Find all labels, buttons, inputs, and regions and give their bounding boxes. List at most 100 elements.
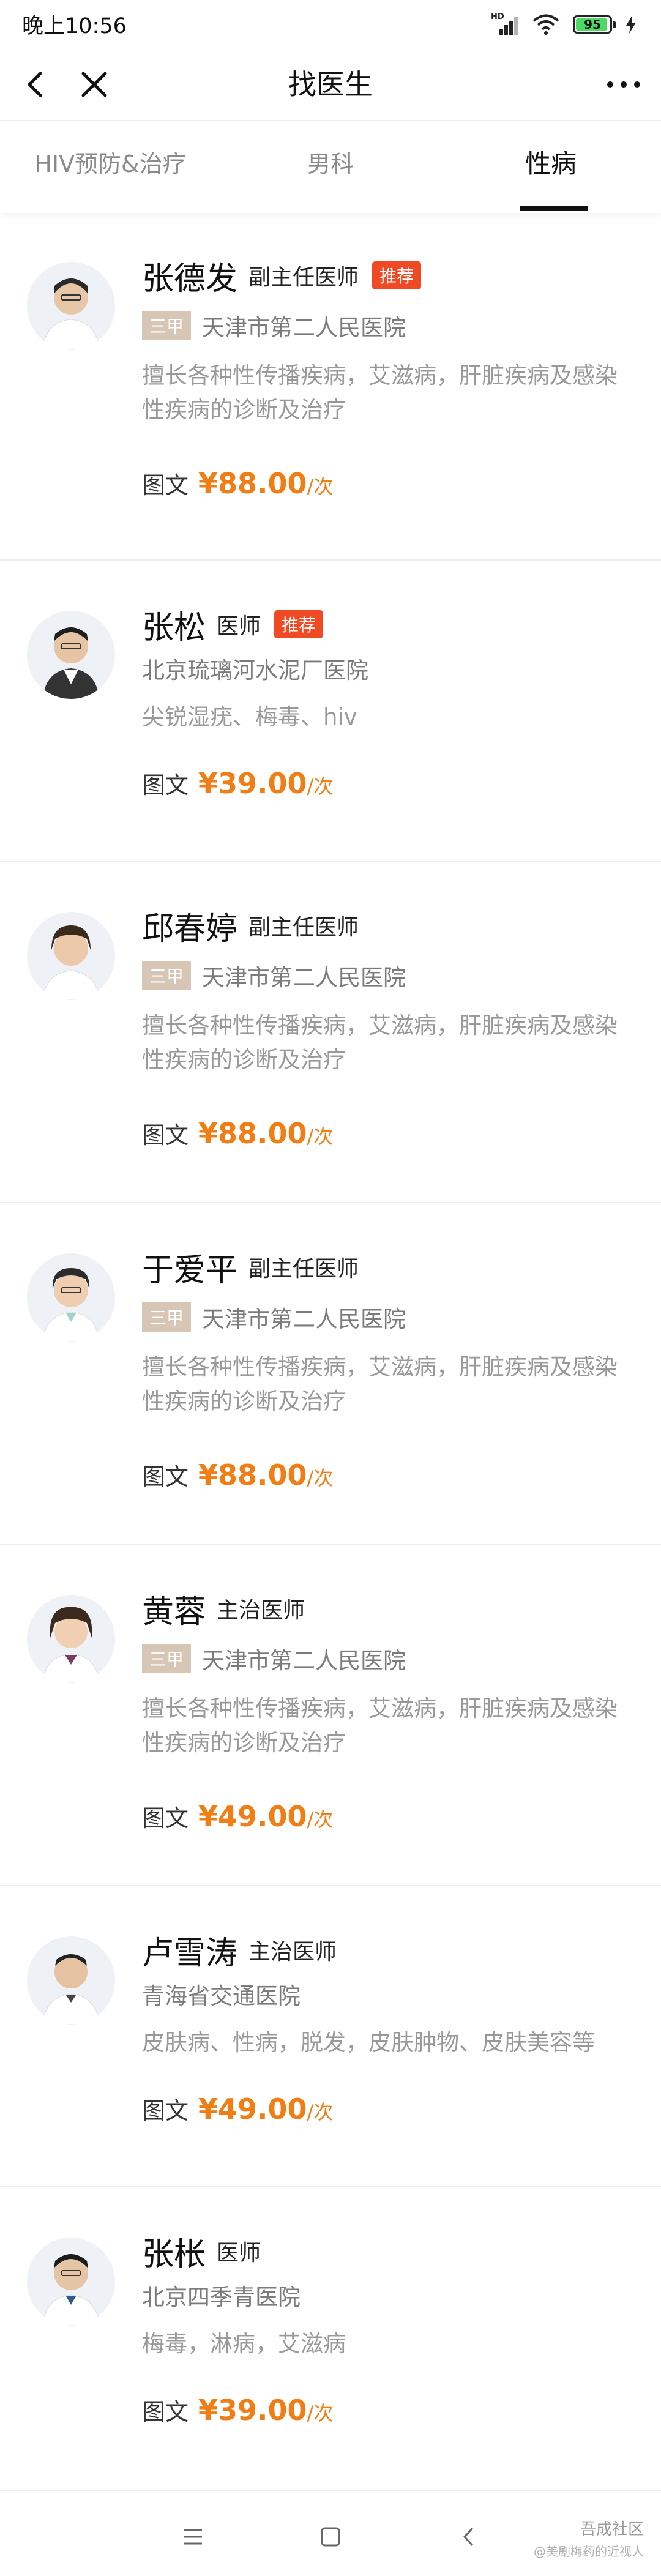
doctor-name: 邱春婷 (142, 910, 238, 947)
avatar (27, 1253, 115, 1342)
doctor-rank: 医师 (217, 614, 261, 639)
doctor-specialty: 擅长各种性传播疾病，艾滋病，肝脏疾病及感染性疾病的诊断及治疗 (142, 1354, 618, 1414)
page-title: 找医生 (288, 68, 373, 101)
hospital-grade-badge: 三甲 (142, 961, 192, 990)
doctor-rank: 副主任医师 (248, 265, 359, 290)
price-unit: /次 (307, 1466, 334, 1490)
nav-bar: 找医生 (0, 49, 661, 119)
avatar (27, 262, 115, 350)
status-time: 晚上10:56 (22, 14, 127, 39)
more-icon[interactable] (602, 67, 645, 102)
hospital-name: 北京琉璃河水泥厂医院 (142, 657, 368, 684)
price-value: ¥88.00 (198, 467, 307, 500)
consult-price: 图文 ¥88.00 /次 (142, 466, 637, 500)
consult-type: 图文 (142, 2399, 189, 2425)
watermark: 吾成社区 @美剧梅药的近视人 (534, 2517, 644, 2559)
doctor-info: 张德发 副主任医师 推荐 三甲 天津市第二人民医院 擅长各种性传播疾病，艾滋病，… (142, 253, 637, 500)
wifi-icon (532, 14, 559, 35)
consult-price: 图文 ¥39.00 /次 (142, 2393, 637, 2427)
doctor-name: 黄蓉 (142, 1593, 206, 1630)
doctor-rank: 副主任医师 (248, 1256, 359, 1282)
tab-active-indicator (520, 206, 588, 211)
hospital-name: 天津市第二人民医院 (202, 1648, 406, 1674)
battery-level: 95 (584, 17, 601, 32)
doctor-info: 邱春婷 副主任医师 三甲 天津市第二人民医院 擅长各种性传播疾病，艾滋病，肝脏疾… (142, 903, 637, 1150)
doctor-specialty: 擅长各种性传播疾病，艾滋病，肝脏疾病及感染性疾病的诊断及治疗 (142, 1012, 618, 1073)
doctor-specialty: 尖锐湿疣、梅毒、hiv (142, 704, 357, 730)
hospital-grade-badge: 三甲 (142, 1302, 192, 1332)
avatar (27, 1595, 115, 1683)
doctor-list: 张德发 副主任医师 推荐 三甲 天津市第二人民医院 擅长各种性传播疾病，艾滋病，… (0, 212, 661, 2491)
doctor-card[interactable]: 张枨 医师 北京四季青医院 梅毒，淋病，艾滋病 图文 ¥39.00 /次 (0, 2187, 661, 2491)
home-icon[interactable] (315, 2522, 346, 2552)
avatar (27, 2238, 115, 2326)
consult-price: 图文 ¥49.00 /次 (142, 2092, 637, 2126)
status-bar: 晚上10:56 HD 95 (0, 0, 661, 49)
doctor-name: 张枨 (142, 2236, 206, 2273)
doctor-rank: 医师 (217, 2241, 261, 2266)
menu-icon[interactable] (177, 2522, 208, 2552)
doctor-card[interactable]: 于爱平 副主任医师 三甲 天津市第二人民医院 擅长各种性传播疾病，艾滋病，肝脏疾… (0, 1203, 661, 1545)
price-value: ¥49.00 (198, 2093, 307, 2126)
doctor-name: 张松 (142, 609, 206, 646)
price-unit: /次 (307, 775, 334, 798)
doctor-name: 张德发 (142, 260, 238, 297)
consult-type: 图文 (142, 2097, 189, 2124)
hospital-name: 天津市第二人民医院 (202, 315, 406, 341)
doctor-info: 卢雪涛 主治医师 青海省交通医院 皮肤病、性病，脱发，皮肤肿物、皮肤美容等 图文… (142, 1928, 637, 2126)
doctor-name: 于爱平 (142, 1252, 238, 1289)
doctor-card[interactable]: 张德发 副主任医师 推荐 三甲 天津市第二人民医院 擅长各种性传播疾病，艾滋病，… (0, 212, 661, 561)
price-unit: /次 (307, 2402, 334, 2425)
watermark-main: 吾成社区 (580, 2520, 644, 2539)
charging-icon (626, 15, 636, 34)
price-value: ¥88.00 (198, 1458, 307, 1491)
price-unit: /次 (307, 1125, 334, 1148)
doctor-info: 张松 医师 推荐 北京琉璃河水泥厂医院 尖锐湿疣、梅毒、hiv 图文 ¥39.0… (142, 602, 637, 801)
doctor-rank: 主治医师 (217, 1598, 305, 1623)
doctor-card[interactable]: 卢雪涛 主治医师 青海省交通医院 皮肤病、性病，脱发，皮肤肿物、皮肤美容等 图文… (0, 1886, 661, 2187)
price-unit: /次 (307, 2100, 334, 2124)
hospital-name: 北京四季青医院 (142, 2284, 301, 2310)
consult-price: 图文 ¥88.00 /次 (142, 1458, 637, 1491)
hospital-grade-badge: 三甲 (142, 1644, 192, 1673)
avatar (27, 912, 115, 1000)
signal-hd-label: HD (491, 12, 504, 21)
doctor-rank: 副主任医师 (248, 915, 359, 940)
doctor-info: 张枨 医师 北京四季青医院 梅毒，淋病，艾滋病 图文 ¥39.00 /次 (142, 2229, 637, 2427)
hospital-name: 天津市第二人民医院 (202, 1306, 406, 1332)
doctor-rank: 主治医师 (248, 1939, 337, 1965)
doctor-card[interactable]: 黄蓉 主治医师 三甲 天津市第二人民医院 擅长各种性传播疾病，艾滋病，肝脏疾病及… (0, 1545, 661, 1886)
battery-icon: 95 (573, 15, 616, 34)
recommend-badge: 推荐 (372, 261, 422, 289)
price-value: ¥39.00 (198, 767, 307, 800)
doctor-specialty: 擅长各种性传播疾病，艾滋病，肝脏疾病及感染性疾病的诊断及治疗 (142, 1695, 618, 1756)
avatar (27, 1936, 115, 2025)
doctor-specialty: 梅毒，淋病，艾滋病 (142, 2331, 346, 2357)
watermark-sub: @美剧梅药的近视人 (534, 2544, 644, 2559)
hospital-name: 天津市第二人民医院 (202, 965, 406, 991)
doctor-card[interactable]: 张松 医师 推荐 北京琉璃河水泥厂医院 尖锐湿疣、梅毒、hiv 图文 ¥39.0… (0, 561, 661, 862)
consult-type: 图文 (142, 1805, 189, 1832)
category-tabs: HIV预防&治疗 男科 性病 (0, 120, 661, 213)
consult-price: 图文 ¥88.00 /次 (142, 1116, 637, 1150)
doctor-name: 卢雪涛 (142, 1935, 238, 1972)
avatar (27, 611, 115, 699)
signal-icon: HD (491, 12, 519, 35)
consult-type: 图文 (142, 772, 189, 799)
back-nav-icon[interactable] (454, 2522, 485, 2552)
recommend-badge: 推荐 (274, 610, 324, 638)
doctor-card[interactable]: 邱春婷 副主任医师 三甲 天津市第二人民医院 擅长各种性传播疾病，艾滋病，肝脏疾… (0, 862, 661, 1203)
price-value: ¥88.00 (198, 1117, 307, 1150)
consult-type: 图文 (142, 1122, 189, 1149)
tab-label: 男科 (307, 151, 354, 177)
tab-andrology[interactable]: 男科 (220, 121, 441, 211)
consult-price: 图文 ¥49.00 /次 (142, 1799, 637, 1833)
tab-label: 性病 (525, 149, 577, 179)
price-value: ¥39.00 (198, 2394, 307, 2427)
tab-hiv[interactable]: HIV预防&治疗 (0, 121, 220, 211)
tab-label: HIV预防&治疗 (34, 151, 186, 177)
tab-std[interactable]: 性病 (441, 121, 661, 211)
price-value: ¥49.00 (198, 1800, 307, 1833)
status-icons: HD 95 (491, 11, 637, 38)
doctor-specialty: 擅长各种性传播疾病，艾滋病，肝脏疾病及感染性疾病的诊断及治疗 (142, 362, 618, 423)
